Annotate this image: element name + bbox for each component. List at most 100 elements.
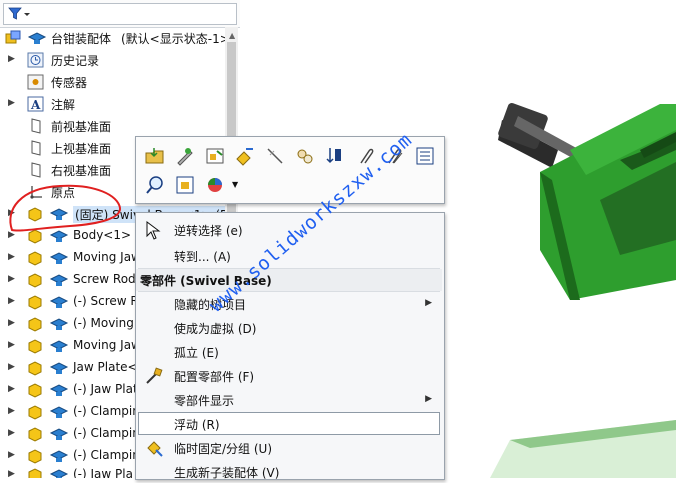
menu-item-float[interactable]: 浮动 (R) <box>136 413 442 435</box>
part-icon <box>28 427 42 442</box>
tree-item-label: 原点 <box>51 186 76 200</box>
menu-item-label: 逆转选择 (e) <box>174 224 243 238</box>
expand-arrow-icon[interactable]: ▶ <box>8 318 16 328</box>
expand-arrow-icon[interactable]: ▶ <box>8 469 16 478</box>
sensor-icon <box>27 74 44 90</box>
tree-item-label: Jaw Plate< <box>73 360 138 374</box>
menu-item-label: 零部件显示 <box>174 394 235 408</box>
mortarboard-icon <box>49 384 69 396</box>
expand-arrow-icon[interactable]: ▶ <box>8 340 16 350</box>
mortarboard-icon <box>49 428 69 440</box>
expand-arrow-icon[interactable]: ▶ <box>8 252 16 262</box>
tree-item-label: (-) Clampin <box>73 448 140 462</box>
tree-item-label: 上视基准面 <box>51 142 112 156</box>
expand-arrow-icon[interactable]: ▶ <box>8 362 16 372</box>
mortarboard-icon <box>49 274 69 286</box>
tree-item-front-plane[interactable]: 前视基准面 <box>0 115 240 137</box>
tree-item-label: (-) Clampin <box>73 404 140 418</box>
expand-arrow-icon[interactable]: ▶ <box>8 428 16 438</box>
plane-icon <box>31 162 41 178</box>
menu-item-make-virtual[interactable]: 使成为虚拟 (D) <box>136 317 442 339</box>
menu-item-temp-fix-group[interactable]: 临时固定/分组 (U) <box>136 437 442 459</box>
appearance-dropdown-icon[interactable]: ▼ <box>232 180 238 189</box>
expand-arrow-icon[interactable]: ▶ <box>8 296 16 306</box>
fix-group-icon <box>147 441 163 457</box>
tree-item-annotations[interactable]: ▶ A 注解 <box>0 93 240 115</box>
expand-arrow-icon[interactable]: ▶ <box>8 406 16 416</box>
edit-part-icon[interactable] <box>174 145 196 167</box>
mortarboard-icon <box>49 362 69 374</box>
component-properties-icon[interactable] <box>414 145 436 167</box>
edit-appearance-icon[interactable] <box>234 145 256 167</box>
tree-item-history[interactable]: ▶ 历史记录 <box>0 49 240 71</box>
tree-item-label: 前视基准面 <box>51 120 112 134</box>
part-icon <box>28 405 42 420</box>
tree-item-label: 传感器 <box>51 76 88 90</box>
hide-components-icon[interactable] <box>264 145 286 167</box>
menu-item-label: 生成新子装配体 (V) <box>174 466 280 480</box>
expand-arrow-icon[interactable]: ▶ <box>8 230 16 240</box>
part-icon <box>28 468 42 478</box>
part-icon <box>28 361 42 376</box>
tree-item-label: 右视基准面 <box>51 164 112 178</box>
menu-item-isolate[interactable]: 孤立 (E) <box>136 341 442 363</box>
expand-arrow-icon[interactable]: ▶ <box>8 208 16 218</box>
part-icon <box>28 383 42 398</box>
svg-text:A: A <box>30 98 41 112</box>
plane-icon <box>31 140 41 156</box>
tree-root-assembly[interactable]: 台钳装配体 (默认<显示状态-1> <box>0 27 240 49</box>
scroll-up-arrow-icon[interactable]: ▲ <box>229 31 235 40</box>
open-part-icon[interactable] <box>144 145 166 167</box>
menu-item-label: 浮动 (R) <box>174 418 220 432</box>
part-icon <box>28 317 42 332</box>
mortarboard-icon <box>49 450 69 462</box>
mortarboard-icon <box>49 296 69 308</box>
expand-arrow-icon[interactable]: ▶ <box>8 450 16 460</box>
appearance-ball-icon[interactable] <box>204 174 226 196</box>
open-assembly-icon[interactable] <box>204 145 226 167</box>
menu-item-hidden-tree-items[interactable]: 隐藏的树项目 ▶ <box>136 293 442 315</box>
menu-item-label: 配置零部件 (F) <box>174 370 255 384</box>
menu-item-component-display[interactable]: 零部件显示 ▶ <box>136 389 442 411</box>
tree-item-label: 历史记录 <box>51 54 100 68</box>
root-assembly-config: (默认<显示状态-1> <box>121 32 230 46</box>
tree-item-label: Screw Rod <box>73 272 136 286</box>
mortarboard-icon <box>49 230 69 242</box>
menu-item-label: 使成为虚拟 (D) <box>174 322 257 336</box>
menu-item-label: 孤立 (E) <box>174 346 219 360</box>
tree-item-sensors[interactable]: 传感器 <box>0 71 240 93</box>
part-icon <box>28 273 42 288</box>
configure-icon <box>146 367 163 384</box>
history-icon <box>27 52 44 68</box>
menu-item-form-subassembly[interactable]: 生成新子装配体 (V) <box>136 461 442 483</box>
isolate-icon[interactable] <box>174 174 196 196</box>
expand-arrow-icon[interactable]: ▶ <box>8 274 16 284</box>
part-icon <box>28 251 42 266</box>
submenu-arrow-icon: ▶ <box>425 298 432 308</box>
mortarboard-icon <box>49 252 69 264</box>
part-icon <box>28 339 42 354</box>
filter-funnel-icon[interactable] <box>8 7 30 21</box>
mortarboard-icon <box>49 406 69 418</box>
tree-item-label: (-) Clampin <box>73 426 140 440</box>
tree-item-label: Moving Jaw <box>73 250 141 264</box>
plane-icon <box>31 118 41 134</box>
part-icon <box>28 295 42 310</box>
tree-item-label: 注解 <box>51 98 76 112</box>
part-icon <box>28 229 42 244</box>
move-with-triad-icon[interactable] <box>324 145 346 167</box>
menu-item-label: 临时固定/分组 (U) <box>174 442 273 456</box>
mortarboard-icon <box>27 32 47 44</box>
tree-item-label: Moving Jaw <box>73 338 141 352</box>
expand-arrow-icon[interactable]: ▶ <box>8 384 16 394</box>
transparency-icon[interactable] <box>294 145 316 167</box>
zoom-to-selection-icon[interactable] <box>144 174 166 196</box>
filter-input[interactable] <box>3 3 237 25</box>
filter-bar <box>0 0 240 28</box>
menu-item-configure-component[interactable]: 配置零部件 (F) <box>136 365 442 387</box>
assembly-icon <box>5 30 21 44</box>
expand-arrow-icon[interactable]: ▶ <box>8 54 16 64</box>
expand-arrow-icon[interactable]: ▶ <box>8 98 16 108</box>
mortarboard-icon <box>49 318 69 330</box>
submenu-arrow-icon: ▶ <box>425 394 432 404</box>
